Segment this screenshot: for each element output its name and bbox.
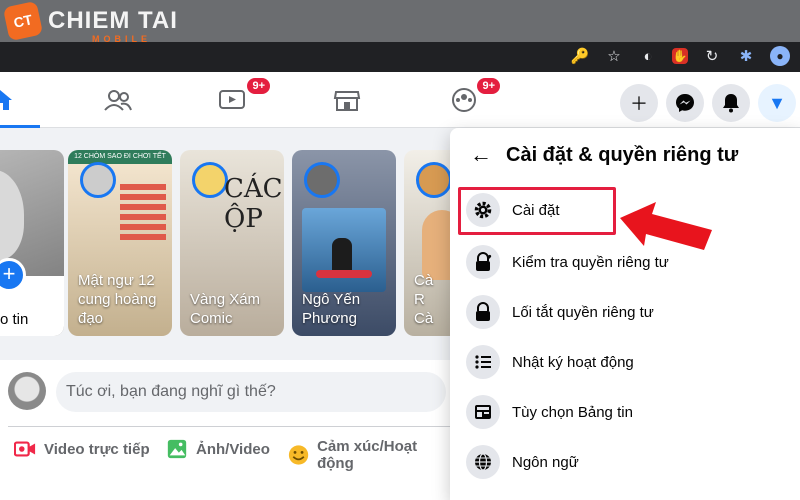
marketplace-icon [333, 91, 361, 111]
key-icon[interactable]: 🔑 [570, 46, 590, 66]
live-video-button[interactable]: Video trực tiếp [14, 438, 150, 460]
menu-item-activity-log[interactable]: Nhật ký hoạt động [466, 338, 786, 386]
groups-icon [452, 88, 476, 112]
lock-icon [466, 295, 500, 329]
story-zodiac-list [120, 180, 166, 270]
create-button[interactable]: ＋ [620, 84, 658, 122]
menu-item-label: Tùy chọn Bảng tin [512, 403, 633, 421]
tab-marketplace[interactable] [307, 72, 387, 128]
cat-photo [0, 170, 24, 260]
notifications-button[interactable] [712, 84, 750, 122]
messenger-icon [676, 94, 694, 112]
menu-item-language[interactable]: Ngôn ngữ [466, 438, 786, 486]
story-card[interactable]: 12 CHÒM SAO ĐI CHƠI TẾT Mật ngư 12 cung … [68, 150, 172, 336]
composer-prompt[interactable]: Túc ơi, bạn đang nghĩ gì thế? [56, 372, 446, 412]
settings-privacy-menu: ← Cài đặt & quyền riêng tư Cài đặt Kiểm … [450, 128, 800, 500]
story-caption: Vàng Xám Comic [190, 291, 261, 327]
story-avatar [416, 162, 452, 198]
story-avatar [192, 162, 228, 198]
plus-icon: ＋ [630, 94, 648, 114]
smiley-icon [288, 445, 309, 465]
logo-subtext: MOBILE [92, 34, 151, 44]
photo-video-label: Ảnh/Video [196, 440, 270, 458]
feeling-activity-button[interactable]: Cảm xúc/Hoạt động [288, 438, 452, 472]
video-camera-icon [14, 441, 36, 457]
story-overlay-title: CÁCH ỘP [224, 174, 284, 234]
story-avatar [304, 162, 340, 198]
story-caption: Mật ngư 12 cung hoàng đạo [78, 272, 157, 327]
story-create[interactable]: + o tin [0, 150, 64, 336]
story-photo [302, 208, 386, 292]
story-caption: Cà R Cà [414, 272, 434, 327]
watch-badge: 9+ [245, 76, 272, 96]
post-composer: Túc ơi, bạn đang nghĩ gì thế? Video trực… [0, 360, 452, 500]
tab-watch[interactable]: 9+ [192, 72, 272, 128]
story-card[interactable]: CÁCH ỘP Vàng Xám Comic [180, 150, 284, 336]
star-icon[interactable]: ☆ [604, 46, 624, 66]
panel-header: ← Cài đặt & quyền riêng tư [470, 142, 738, 168]
refresh-icon[interactable]: ↻ [702, 46, 722, 66]
story-avatar [80, 162, 116, 198]
extension-icon[interactable]: ◐ [638, 46, 658, 66]
browser-extension-icons: 🔑 ☆ ◐ ✋ ↻ ✱ ● [570, 46, 790, 66]
logo-badge: CT [2, 0, 44, 42]
bell-icon [723, 94, 739, 113]
lock-heart-icon [466, 245, 500, 279]
story-caption: o tin [0, 311, 29, 328]
list-icon [466, 345, 500, 379]
caret-down-icon: ▼ [768, 92, 786, 113]
logo-text: CHIEM TAI [48, 7, 178, 34]
menu-item-label: Lối tắt quyền riêng tư [512, 303, 654, 321]
tab-groups[interactable]: 9+ [424, 72, 504, 128]
story-overlay-title: 12 CHÒM SAO ĐI CHƠI TẾT [68, 150, 172, 164]
groups-badge: 9+ [475, 76, 502, 96]
menu-item-privacy-shortcuts[interactable]: Lối tắt quyền riêng tư [466, 288, 786, 336]
highlight-box [458, 187, 616, 235]
profile-icon[interactable]: ● [770, 46, 790, 66]
menu-item-label: Nhật ký hoạt động [512, 353, 634, 371]
stories-tray: + o tin 12 CHÒM SAO ĐI CHƠI TẾT Mật ngư … [0, 128, 508, 358]
menu-item-news-feed-preferences[interactable]: Tùy chọn Bảng tin [466, 388, 786, 436]
tab-friends[interactable] [78, 72, 158, 128]
tab-home[interactable] [0, 72, 40, 128]
account-menu-button[interactable]: ▼ [758, 84, 796, 122]
back-arrow-icon[interactable]: ← [470, 142, 492, 168]
watermark-logo: CT CHIEM TAI [2, 0, 178, 42]
shield-icon[interactable]: ✋ [672, 48, 688, 64]
watch-icon [219, 90, 245, 109]
home-icon [0, 90, 12, 110]
photo-video-button[interactable]: Ảnh/Video [166, 438, 270, 460]
photo-icon [167, 439, 187, 459]
avatar[interactable] [8, 372, 46, 410]
menu-item-label: Ngôn ngữ [512, 453, 579, 471]
story-caption: Ngô Yến Phương [302, 291, 361, 327]
news-feed-icon [466, 395, 500, 429]
story-card[interactable]: Ngô Yến Phương [292, 150, 396, 336]
pointer-arrow-icon [620, 202, 712, 250]
divider [8, 426, 452, 427]
live-video-label: Video trực tiếp [44, 440, 150, 458]
globe-icon [466, 445, 500, 479]
feeling-activity-label: Cảm xúc/Hoạt động [317, 438, 418, 472]
messenger-button[interactable] [666, 84, 704, 122]
facebook-navbar: 9+ 9+ ＋ ▼ [0, 72, 800, 128]
friends-icon [104, 90, 132, 111]
puzzle-icon[interactable]: ✱ [736, 46, 756, 66]
panel-title: Cài đặt & quyền riêng tư [506, 143, 739, 166]
